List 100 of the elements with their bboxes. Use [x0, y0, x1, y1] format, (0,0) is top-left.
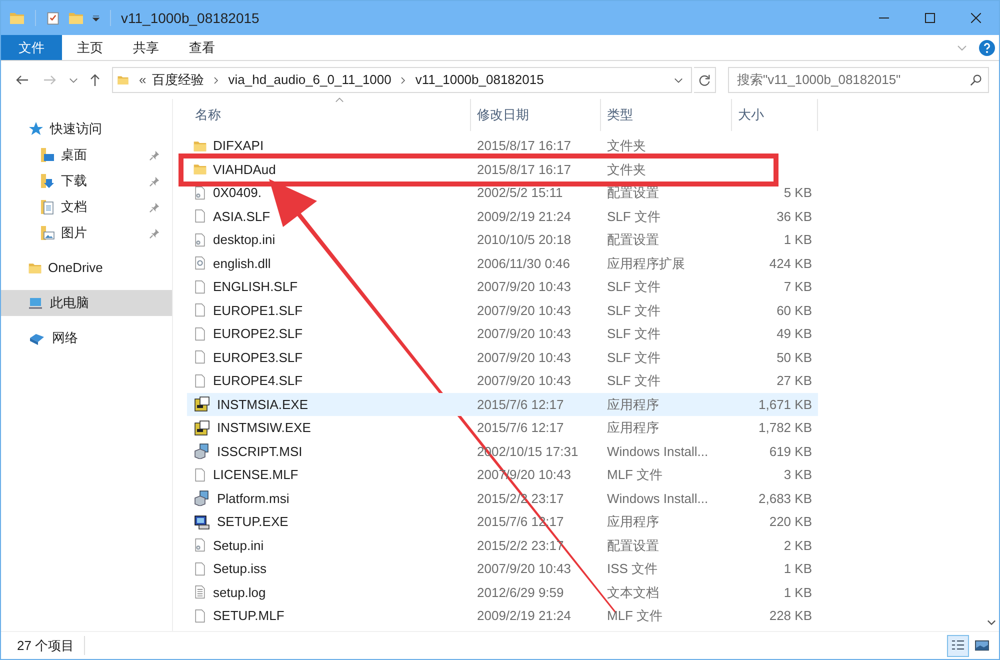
file-type: 配置设置 [606, 184, 660, 202]
desktop-folder-icon [39, 147, 55, 163]
maximize-icon[interactable] [925, 13, 935, 23]
file-size: 27 KB [776, 372, 812, 390]
chevron-right-icon[interactable] [400, 76, 406, 84]
ribbon-tab[interactable]: 文件 [1, 35, 62, 60]
file-type: Windows Install... [606, 442, 710, 460]
breadcrumb-item[interactable]: v11_1000b_08182015 [415, 70, 544, 90]
file-name: SETUP.EXE [217, 513, 288, 531]
file-type: Windows Install... [606, 490, 710, 508]
file-name: EUROPE1.SLF [213, 302, 303, 320]
file-name: Setup.iss [213, 560, 266, 578]
file-size: 424 KB [769, 254, 812, 272]
ribbon-tab[interactable]: 主页 [62, 35, 118, 60]
file-type: 应用程序 [606, 419, 660, 437]
column-header[interactable]: 修改日期 [471, 99, 601, 131]
refresh-button[interactable] [694, 67, 716, 93]
file-row[interactable]: english.dll 2006/11/30 0:46 应用程序扩展 424 KB [187, 252, 818, 275]
modified-date: 2007/9/20 10:43 [476, 278, 572, 296]
nav-item[interactable]: 快速访问 [1, 116, 172, 142]
file-row[interactable]: ASIA.SLF 2009/2/19 21:24 SLF 文件 36 KB [187, 204, 818, 228]
nav-item[interactable]: 此电脑 [1, 290, 172, 316]
nav-item[interactable]: OneDrive [1, 255, 172, 281]
file-size: 2,683 KB [758, 490, 812, 508]
properties-icon[interactable] [46, 10, 60, 26]
thumbnail-view-icon[interactable] [974, 639, 990, 652]
file-icon [193, 466, 207, 483]
file-row[interactable]: VIAHDAud 2015/8/17 16:17 文件夹 [187, 158, 818, 181]
nav-item[interactable]: 桌面 [1, 142, 172, 168]
file-size: 7 KB [784, 278, 812, 296]
modified-date: 2010/10/5 20:18 [476, 231, 572, 249]
pin-icon[interactable] [149, 150, 160, 160]
pin-icon[interactable] [149, 176, 160, 186]
modified-date: 2006/11/30 0:46 [476, 254, 572, 272]
file-size: 5 KB [784, 184, 812, 202]
file-row[interactable]: ENGLISH.SLF 2007/9/20 10:43 SLF 文件 7 KB [187, 275, 818, 298]
file-row[interactable]: SETUP.MLF 2009/2/19 21:24 MLF 文件 228 KB [187, 604, 818, 628]
file-type: 文件夹 [606, 160, 647, 178]
details-view-button[interactable] [947, 634, 969, 656]
back-icon[interactable] [15, 73, 29, 87]
text-file-icon [193, 584, 207, 600]
file-row[interactable]: INSTMSIA.EXE 2015/7/6 12:17 应用程序 1,671 KB [187, 392, 818, 416]
file-icon [193, 560, 207, 577]
file-row[interactable]: 0X0409. 2002/5/2 15:11 配置设置 5 KB [187, 181, 818, 204]
file-size: 1 KB [784, 584, 812, 602]
dropdown-icon[interactable] [92, 14, 100, 22]
chevron-down-icon[interactable] [674, 76, 683, 84]
nav-item[interactable]: 网络 [1, 325, 172, 351]
file-type: 应用程序 [606, 513, 660, 531]
file-type: 配置设置 [606, 231, 660, 249]
file-name: DIFXAPI [213, 137, 264, 155]
breadcrumb-overflow[interactable]: « [139, 70, 146, 90]
file-row[interactable]: Setup.iss 2007/9/20 10:43 ISS 文件 1 KB [187, 557, 818, 580]
file-size: 2 KB [784, 536, 812, 554]
ribbon-tab[interactable]: 共享 [118, 35, 174, 60]
file-row[interactable]: DIFXAPI 2015/8/17 16:17 文件夹 [187, 134, 818, 158]
nav-item[interactable]: 图片 [1, 220, 172, 246]
file-name: setup.log [213, 584, 266, 602]
nav-item[interactable]: 文档 [1, 194, 172, 220]
file-name: INSTMSIA.EXE [217, 396, 308, 414]
file-row[interactable]: EUROPE2.SLF 2007/9/20 10:43 SLF 文件 49 KB [187, 322, 818, 346]
up-icon[interactable] [88, 73, 102, 87]
file-row[interactable]: EUROPE4.SLF 2007/9/20 10:43 SLF 文件 27 KB [187, 369, 818, 392]
file-size: 228 KB [769, 607, 812, 625]
pin-icon[interactable] [149, 202, 160, 212]
column-header[interactable]: 名称 [187, 99, 471, 131]
file-type: SLF 文件 [606, 302, 662, 320]
file-type: SLF 文件 [606, 325, 662, 343]
file-row[interactable]: INSTMSIW.EXE 2015/7/6 12:17 应用程序 1,782 KB [187, 416, 818, 440]
pin-icon[interactable] [149, 228, 160, 238]
refresh-icon[interactable] [698, 74, 711, 86]
file-type: SLF 文件 [606, 348, 662, 366]
modified-date: 2009/2/19 21:24 [476, 607, 572, 625]
file-row[interactable]: EUROPE3.SLF 2007/9/20 10:43 SLF 文件 50 KB [187, 346, 818, 369]
chevron-down-icon[interactable] [69, 76, 78, 84]
column-header[interactable]: 类型 [601, 99, 732, 131]
file-row[interactable]: setup.log 2012/6/29 9:59 文本文档 1 KB [187, 580, 818, 604]
search-icon[interactable] [970, 74, 982, 86]
help-icon[interactable] [979, 40, 995, 56]
close-icon[interactable] [971, 13, 981, 23]
file-name: 0X0409. [213, 184, 262, 202]
file-row[interactable]: EUROPE1.SLF 2007/9/20 10:43 SLF 文件 60 KB [187, 298, 818, 322]
nav-item[interactable]: 下载 [1, 168, 172, 194]
scroll-down-icon[interactable] [986, 618, 996, 627]
breadcrumb-item[interactable]: via_hd_audio_6_0_11_1000 [228, 70, 392, 90]
file-size: 49 KB [776, 325, 812, 343]
file-type: ISS 文件 [606, 560, 659, 578]
column-header[interactable]: 大小 [732, 99, 818, 131]
file-type: 应用程序扩展 [606, 254, 686, 272]
address-bar[interactable]: « 百度经验 via_hd_audio_6_0_11_1000 v11_1000b_08182015 [112, 67, 692, 93]
file-icon [193, 608, 207, 624]
file-name: ENGLISH.SLF [213, 278, 298, 296]
setup-icon [193, 514, 211, 530]
details-view-icon[interactable] [951, 638, 965, 652]
star-icon [28, 121, 44, 137]
breadcrumb-item[interactable]: 百度经验 [152, 70, 204, 90]
file-row[interactable]: desktop.ini 2010/10/5 20:18 配置设置 1 KB [187, 228, 818, 252]
search-field[interactable]: 搜索"v11_1000b_08182015" [728, 67, 989, 93]
chevron-right-icon[interactable] [213, 76, 220, 84]
ribbon-tab[interactable]: 查看 [174, 35, 230, 60]
